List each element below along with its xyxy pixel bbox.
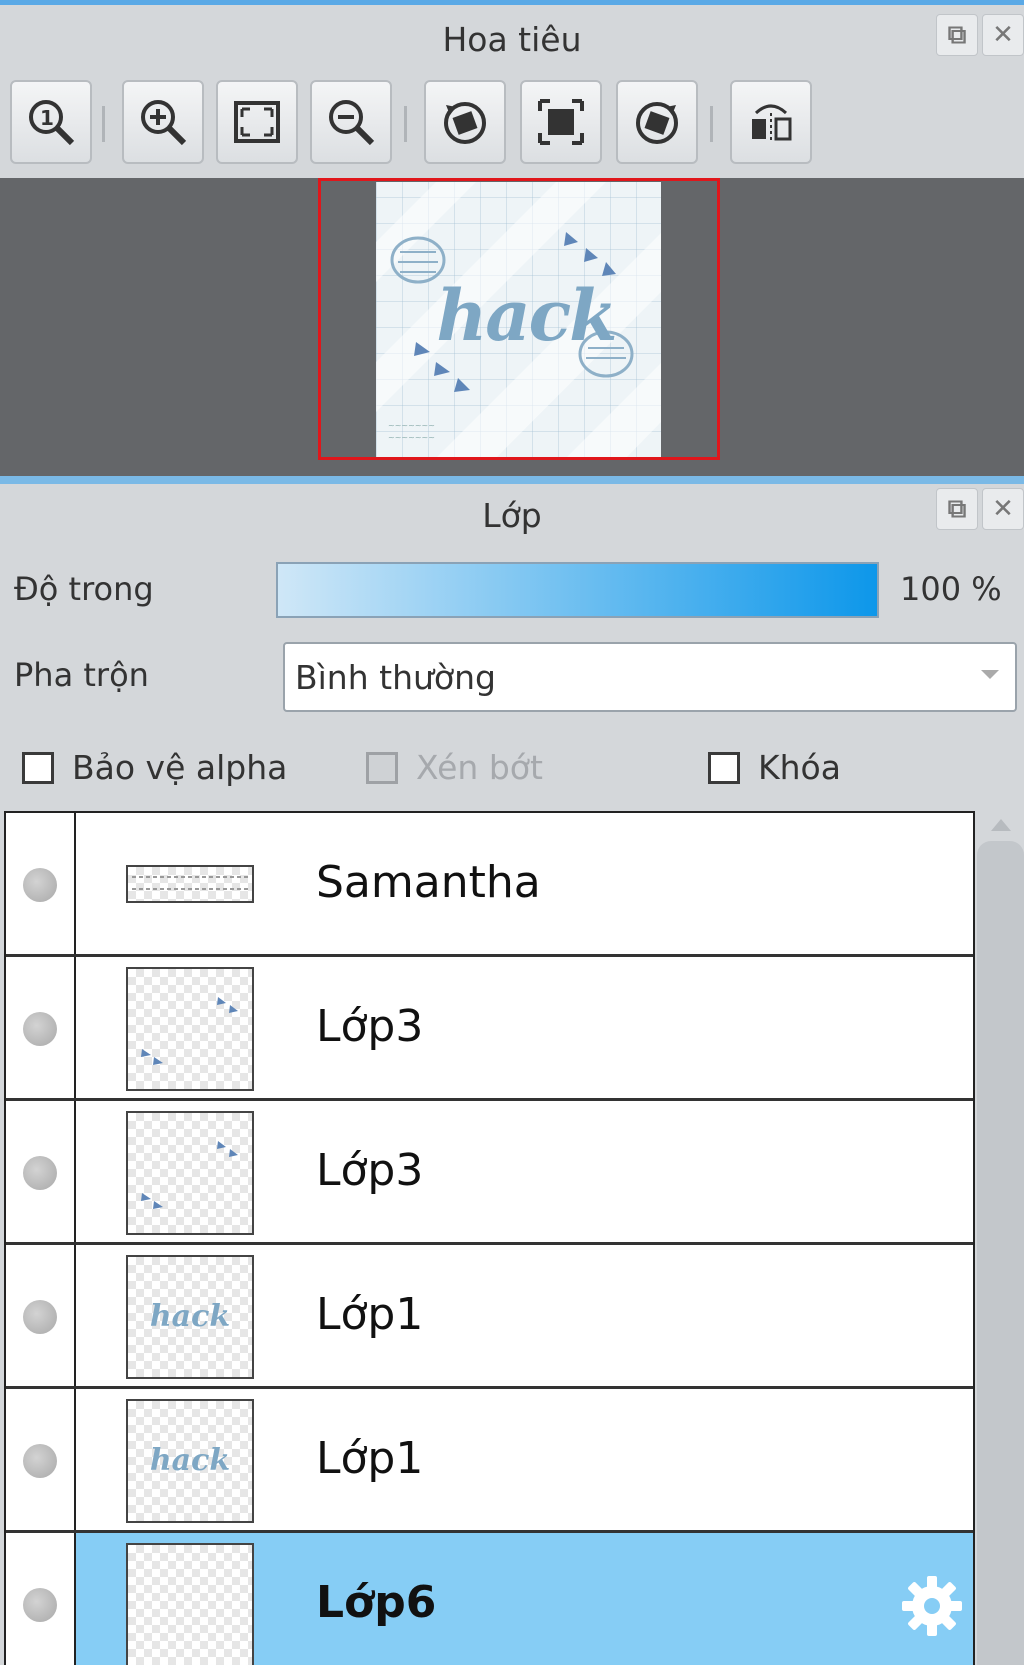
- toolbar-separator: [102, 106, 105, 142]
- checkbox-box[interactable]: [22, 751, 54, 784]
- visibility-icon[interactable]: [23, 1444, 57, 1478]
- chevron-down-icon: [981, 670, 999, 679]
- layer-name: Lớp3: [316, 1001, 424, 1052]
- visibility-cell[interactable]: [6, 1101, 76, 1242]
- lock-label: Khóa: [758, 748, 841, 787]
- flip-horizontal-button[interactable]: [730, 80, 812, 164]
- flip-horizontal-icon: [752, 104, 792, 143]
- navigator-title-buttons: ⧉ ✕: [936, 14, 1024, 56]
- layer-name: Samantha: [316, 857, 541, 908]
- layers-title-buttons: ⧉ ✕: [936, 488, 1024, 530]
- svg-text:1: 1: [40, 106, 54, 130]
- zoom-out-icon: [329, 100, 375, 146]
- layer-row-selected[interactable]: Lớp6: [6, 1533, 973, 1665]
- opacity-label: Độ trong: [14, 570, 154, 608]
- layer-name: Lớp1: [316, 1289, 424, 1340]
- zoom-actual-size-icon: 1: [29, 100, 75, 146]
- blend-mode-select[interactable]: Bình thường: [283, 642, 1017, 712]
- visibility-icon[interactable]: [23, 1588, 57, 1622]
- visibility-cell[interactable]: [6, 1245, 76, 1386]
- rotate-right-icon: [636, 102, 678, 144]
- layer-list[interactable]: Samantha Lớp3 Lớp3 hack Lớp1 hack Lớp1 L…: [4, 811, 975, 1665]
- gear-icon[interactable]: [899, 1573, 965, 1639]
- layer-list-scrollbar[interactable]: [977, 811, 1024, 1665]
- visibility-cell[interactable]: [6, 957, 76, 1098]
- layer-row[interactable]: Samantha: [6, 813, 973, 957]
- layer-row[interactable]: hack Lớp1: [6, 1389, 973, 1533]
- view-frame[interactable]: [318, 178, 720, 460]
- rotate-left-button[interactable]: [424, 80, 506, 164]
- layer-name: Lớp3: [316, 1145, 424, 1196]
- layer-row[interactable]: Lớp3: [6, 957, 973, 1101]
- scroll-up-icon[interactable]: [991, 819, 1011, 831]
- checkbox-box: [366, 751, 398, 784]
- checkbox-box[interactable]: [708, 751, 740, 784]
- fit-to-window-button[interactable]: [216, 80, 298, 164]
- reset-view-button[interactable]: [520, 80, 602, 164]
- leaves-art: [141, 1141, 238, 1209]
- toolbar-separator: [710, 106, 713, 142]
- layer-thumbnail: hack: [126, 1255, 254, 1379]
- layer-thumbnail: hack: [126, 1399, 254, 1523]
- layer-name: Lớp6: [316, 1577, 437, 1628]
- zoom-in-icon: [141, 100, 187, 146]
- zoom-actual-size-button[interactable]: 1: [10, 80, 92, 164]
- visibility-cell[interactable]: [6, 1389, 76, 1530]
- blend-mode-value: Bình thường: [295, 658, 496, 697]
- thumbnail-word: hack: [149, 1299, 231, 1334]
- clipping-checkbox: Xén bớt: [366, 748, 543, 787]
- fit-to-window-icon: [234, 101, 280, 143]
- visibility-icon[interactable]: [23, 1012, 57, 1046]
- visibility-cell[interactable]: [6, 813, 76, 954]
- protect-alpha-checkbox[interactable]: Bảo vệ alpha: [22, 748, 287, 787]
- zoom-in-button[interactable]: [122, 80, 204, 164]
- banner-text-art: [132, 876, 248, 890]
- rotate-right-button[interactable]: [616, 80, 698, 164]
- rotate-left-icon: [444, 102, 486, 144]
- close-icon[interactable]: ✕: [982, 488, 1024, 530]
- popout-icon[interactable]: ⧉: [936, 14, 978, 56]
- blend-mode-label: Pha trộn: [14, 656, 149, 694]
- layer-row[interactable]: hack Lớp1: [6, 1245, 973, 1389]
- panel-top-accent: [0, 0, 1024, 5]
- layer-thumbnail: [126, 1543, 254, 1665]
- layers-title: Lớp: [482, 496, 542, 535]
- visibility-cell[interactable]: [6, 1533, 76, 1665]
- layer-name: Lớp1: [316, 1433, 424, 1484]
- reset-view-icon: [538, 99, 584, 145]
- visibility-icon[interactable]: [23, 1156, 57, 1190]
- scrollbar-thumb[interactable]: [977, 841, 1024, 1665]
- opacity-value: 100 %: [900, 570, 1002, 608]
- layer-thumbnail: [126, 967, 254, 1091]
- visibility-icon[interactable]: [23, 1300, 57, 1334]
- opacity-slider[interactable]: [276, 562, 879, 618]
- leaves-art: [141, 997, 238, 1065]
- close-icon[interactable]: ✕: [982, 14, 1024, 56]
- protect-alpha-label: Bảo vệ alpha: [72, 748, 288, 787]
- panel-divider[interactable]: [0, 476, 1024, 484]
- lock-checkbox[interactable]: Khóa: [708, 748, 841, 787]
- navigator-toolbar: 1: [10, 80, 1024, 166]
- toolbar-separator: [404, 106, 407, 142]
- popout-icon[interactable]: ⧉: [936, 488, 978, 530]
- visibility-icon[interactable]: [23, 868, 57, 902]
- navigator-preview[interactable]: ~~~~~~~ ~~~~~~~ hack: [0, 178, 1024, 476]
- zoom-out-button[interactable]: [310, 80, 392, 164]
- thumbnail-word: hack: [149, 1443, 231, 1478]
- clipping-label: Xén bớt: [416, 748, 543, 787]
- navigator-title: Hoa tiêu: [442, 20, 582, 59]
- layer-row[interactable]: Lớp3: [6, 1101, 973, 1245]
- layer-thumbnail: [126, 865, 254, 903]
- layer-thumbnail: [126, 1111, 254, 1235]
